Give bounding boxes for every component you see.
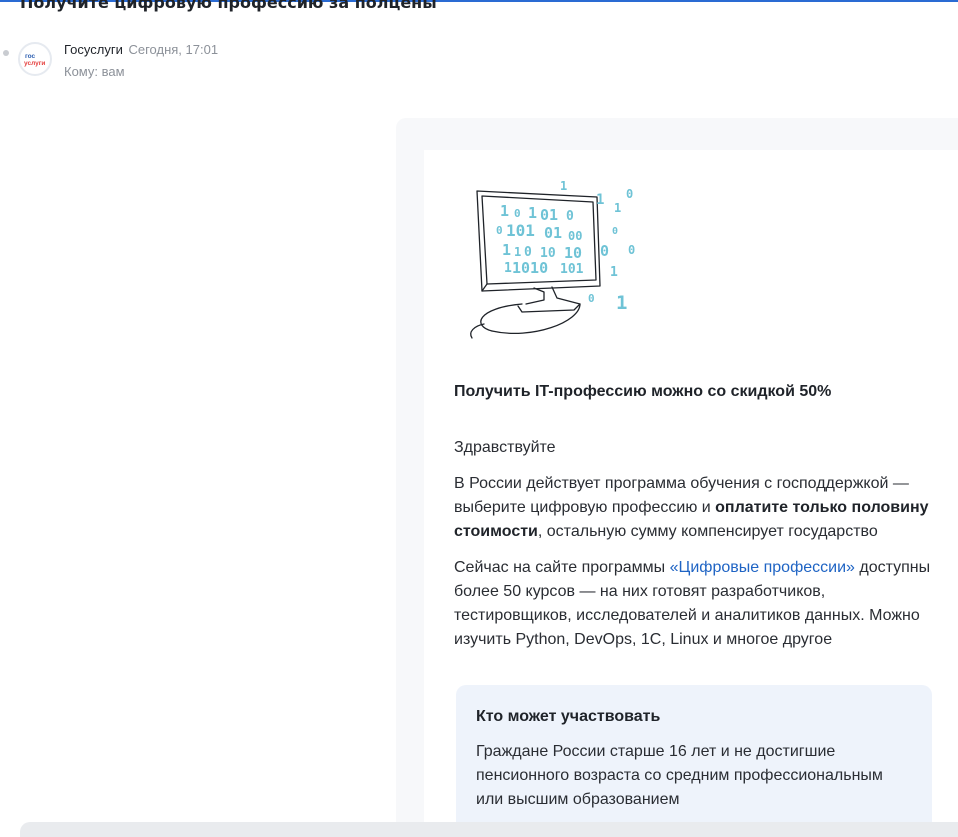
program-text-end: , остальную сумму компенсирует государст… <box>537 523 878 540</box>
sender-name[interactable]: Госуслуги <box>64 42 123 57</box>
svg-text:01: 01 <box>540 206 558 224</box>
svg-text:0: 0 <box>496 224 503 237</box>
svg-text:0: 0 <box>626 187 633 201</box>
svg-text:1: 1 <box>596 192 604 208</box>
svg-text:1: 1 <box>616 292 627 314</box>
svg-text:101: 101 <box>506 221 535 240</box>
eligibility-title: Кто может участвовать <box>476 708 661 725</box>
digital-professions-link[interactable]: «Цифровые профессии» <box>670 559 855 576</box>
computer-binary-icon: 1 0 1 01 0 0 101 01 00 1 1 0 10 10 1 101… <box>470 179 635 339</box>
svg-text:1: 1 <box>614 201 621 215</box>
svg-text:1: 1 <box>504 261 512 276</box>
program-paragraph: В России действует программа обучения с … <box>454 472 940 544</box>
svg-text:0: 0 <box>524 245 532 260</box>
status-dot[interactable] <box>3 50 9 56</box>
svg-text:10: 10 <box>564 244 582 262</box>
logo-text-top: гос <box>25 53 36 60</box>
sender-line: Госуслуги Сегодня, 17:01 <box>64 42 218 57</box>
svg-text:1: 1 <box>502 241 511 259</box>
svg-text:1010: 1010 <box>512 259 548 277</box>
recipient: Кому: вам <box>64 64 125 79</box>
svg-text:1: 1 <box>514 245 521 259</box>
reply-bar[interactable] <box>20 822 958 837</box>
sender-avatar[interactable]: гос услуги <box>18 42 52 76</box>
courses-text-start: Сейчас на сайте программы <box>454 559 670 576</box>
svg-text:1: 1 <box>528 204 537 222</box>
svg-text:0: 0 <box>514 207 521 220</box>
greeting: Здравствуйте <box>454 439 556 456</box>
email-headline: Получить IT-профессию можно со скидкой 5… <box>454 383 832 400</box>
svg-text:01: 01 <box>544 224 562 242</box>
svg-text:101: 101 <box>560 262 584 277</box>
svg-text:0: 0 <box>628 243 635 257</box>
sent-time: Сегодня, 17:01 <box>128 42 219 57</box>
svg-text:0: 0 <box>566 209 574 224</box>
courses-paragraph: Сейчас на сайте программы «Цифровые проф… <box>454 556 940 652</box>
svg-text:0: 0 <box>600 242 609 260</box>
svg-text:1: 1 <box>500 202 509 220</box>
email-subject: Получите цифровую профессию за полцены <box>20 0 437 12</box>
svg-text:1: 1 <box>610 265 618 280</box>
logo-text-bottom: услуги <box>24 60 45 67</box>
svg-text:00: 00 <box>568 229 582 243</box>
gosuslugi-logo-icon: гос услуги <box>24 53 45 67</box>
svg-text:0: 0 <box>588 292 595 305</box>
svg-text:0: 0 <box>612 226 618 237</box>
eligibility-block: Кто может участвовать Граждане России ст… <box>456 685 932 837</box>
eligibility-text: Граждане России старше 16 лет и не дости… <box>476 743 883 808</box>
svg-text:1: 1 <box>560 179 567 193</box>
